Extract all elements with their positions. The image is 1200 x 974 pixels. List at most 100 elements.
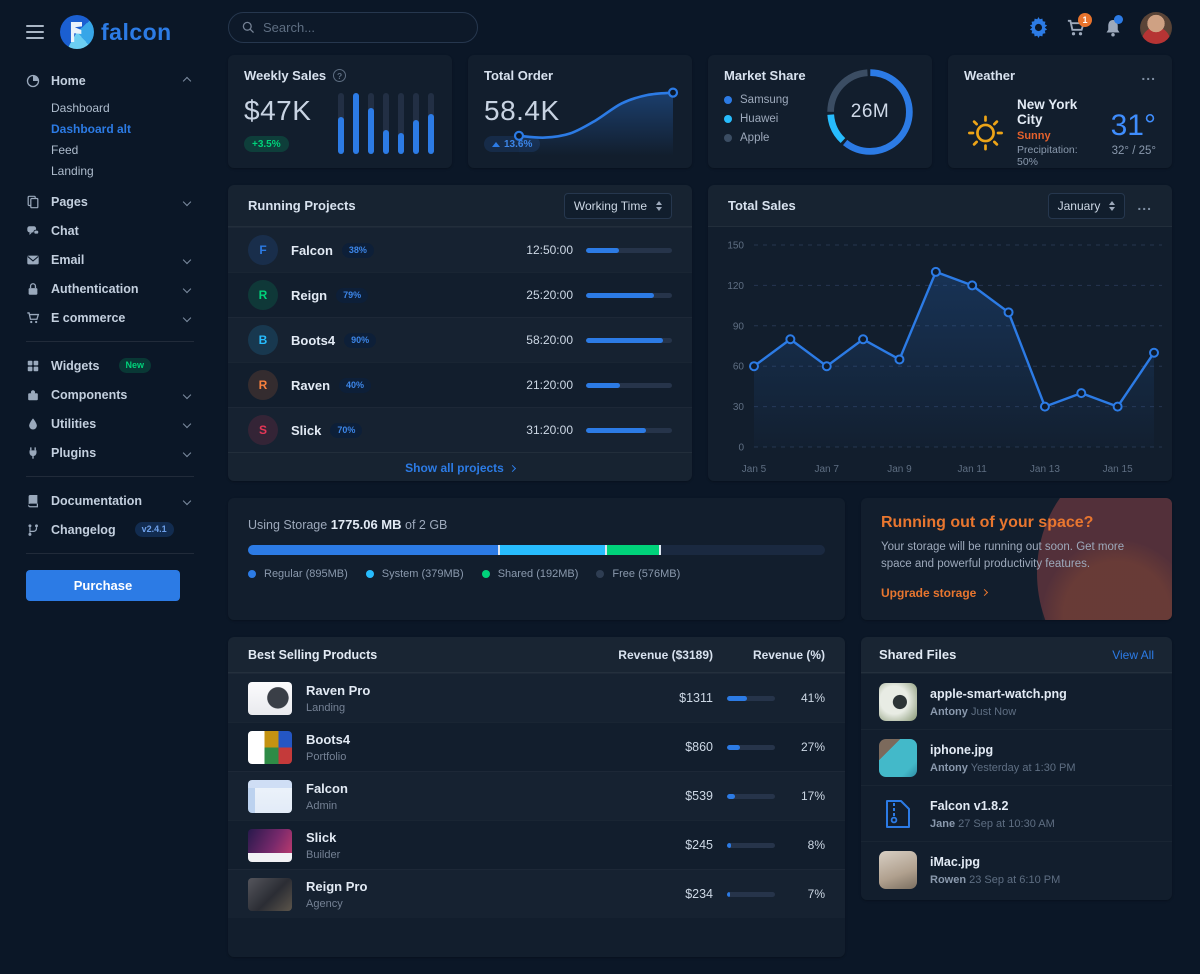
project-percent-badge: 90%	[344, 333, 376, 348]
sidebar-item-authentication[interactable]: Authentication	[26, 274, 194, 303]
sidebar-item-label: E commerce	[51, 311, 125, 325]
list-item[interactable]: iphone.jpg Antony Yesterday at 1:30 PM	[861, 729, 1172, 785]
sidebar-item-feed[interactable]: Feed	[51, 139, 194, 160]
search-box[interactable]	[228, 12, 478, 43]
weather-range: 32° / 25°	[1111, 145, 1156, 157]
list-item[interactable]: iMac.jpg Rowen 23 Sep at 6:10 PM	[861, 841, 1172, 897]
table-row[interactable]: FalconAdmin $539 17%	[228, 771, 845, 820]
sidebar-item-changelog[interactable]: Changelog v2.4.1	[26, 515, 194, 544]
table-row[interactable]: Raven ProLanding $1311 41%	[228, 673, 845, 722]
sidebar-item-email[interactable]: Email	[26, 245, 194, 274]
sidebar-item-chat[interactable]: Chat	[26, 216, 194, 245]
sidebar-item-plugins[interactable]: Plugins	[26, 438, 194, 467]
working-time-select[interactable]: Working Time	[564, 193, 672, 219]
view-all-link[interactable]: View All	[1112, 648, 1154, 662]
user-avatar[interactable]	[1140, 12, 1172, 44]
notifications-bell-icon[interactable]	[1103, 18, 1123, 38]
sidebar-item-label: Home	[51, 74, 86, 88]
product-percent: 41%	[801, 691, 825, 705]
cart-icon[interactable]: 1	[1066, 18, 1086, 38]
file-name: apple-smart-watch.png	[930, 687, 1067, 701]
best-selling-card: Best Selling Products Revenue ($3189) Re…	[228, 637, 845, 957]
table-row[interactable]: SlickBuilder $245 8%	[228, 820, 845, 869]
product-category[interactable]: Admin	[306, 800, 563, 812]
shared-files-card: Shared Files View All apple-smart-watch.…	[861, 637, 1172, 900]
storage-segment	[661, 545, 823, 555]
svg-text:Jan 13: Jan 13	[1030, 464, 1060, 475]
sidebar-item-ecommerce[interactable]: E commerce	[26, 303, 194, 332]
sidebar-item-components[interactable]: Components	[26, 380, 194, 409]
project-progress-bar	[586, 293, 672, 298]
puzzle-icon	[26, 388, 40, 402]
sidebar-item-label: Authentication	[51, 282, 139, 296]
legend-item: Shared (192MB)	[482, 568, 579, 580]
product-name: Falcon	[306, 781, 348, 796]
sidebar-item-dashboard[interactable]: Dashboard	[51, 97, 194, 118]
home-sub-list: Dashboard Dashboard alt Feed Landing	[26, 95, 194, 187]
project-rows: F Falcon 38% 12:50:00 R Reign 79% 25:20:…	[228, 227, 692, 452]
weather-precipitation: Precipitation: 50%	[1017, 144, 1101, 168]
product-thumbnail	[248, 878, 292, 911]
sidebar-item-pages[interactable]: Pages	[26, 187, 194, 216]
project-row[interactable]: F Falcon 38% 12:50:00	[228, 227, 692, 272]
legend-dot	[724, 134, 732, 142]
list-item[interactable]: apple-smart-watch.png Antony Just Now	[861, 673, 1172, 729]
brand-name: falcon	[101, 19, 172, 46]
product-thumbnail	[248, 731, 292, 764]
hamburger-menu-icon[interactable]	[26, 25, 44, 40]
svg-text:90: 90	[733, 321, 745, 332]
total-sales-chart: 0306090120150Jan 5Jan 7Jan 9Jan 11Jan 13…	[708, 227, 1172, 481]
show-all-projects-link[interactable]: Show all projects	[228, 452, 692, 481]
project-percent-badge: 70%	[330, 423, 362, 438]
storage-legend: Regular (895MB) System (379MB) Shared (1…	[248, 568, 825, 580]
middle-row: Running Projects Working Time F Falcon 3…	[228, 185, 1172, 481]
product-category[interactable]: Landing	[306, 702, 563, 714]
project-row[interactable]: R Reign 79% 25:20:00	[228, 272, 692, 317]
sidebar-item-documentation[interactable]: Documentation	[26, 486, 194, 515]
sidebar-item-utilities[interactable]: Utilities	[26, 409, 194, 438]
more-menu-icon[interactable]: ...	[1137, 203, 1152, 209]
storage-title: Using Storage 1775.06 MB of 2 GB	[248, 517, 825, 532]
falcon-logo[interactable]: falcon	[60, 15, 172, 49]
weather-card: Weather ... New York City Sunny Precipit…	[948, 55, 1172, 168]
purchase-button[interactable]: Purchase	[26, 570, 180, 601]
project-row[interactable]: S Slick 70% 31:20:00	[228, 407, 692, 452]
more-menu-icon[interactable]: ...	[1141, 73, 1156, 79]
revenue-progress-bar	[727, 745, 775, 750]
sidebar-item-label: Email	[51, 253, 84, 267]
sidebar-item-dashboard-alt[interactable]: Dashboard alt	[51, 118, 194, 139]
product-category[interactable]: Portfolio	[306, 751, 563, 763]
product-revenue: $245	[563, 838, 713, 852]
weather-condition: Sunny	[1017, 130, 1101, 142]
project-row[interactable]: B Boots4 90% 58:20:00	[228, 317, 692, 362]
project-row[interactable]: R Raven 40% 21:20:00	[228, 362, 692, 407]
list-item[interactable]: Falcon v1.8.2 Jane 27 Sep at 10:30 AM	[861, 785, 1172, 841]
chevron-right-icon	[981, 589, 988, 596]
help-icon[interactable]: ?	[333, 69, 346, 82]
sidebar-item-home[interactable]: Home	[26, 66, 194, 95]
file-author: Antony	[930, 762, 968, 774]
new-badge: New	[119, 358, 152, 373]
product-category[interactable]: Builder	[306, 849, 563, 861]
zip-file-icon	[885, 799, 911, 829]
month-select[interactable]: January	[1048, 193, 1126, 219]
revenue-progress-bar	[727, 892, 775, 897]
sidebar-item-label: Changelog	[51, 523, 116, 537]
settings-gear-icon[interactable]	[1028, 17, 1049, 38]
weather-body: New York City Sunny Precipitation: 50% 3…	[964, 97, 1156, 168]
legend-item: Free (576MB)	[596, 568, 680, 580]
search-input[interactable]	[263, 20, 464, 35]
table-row[interactable]: Reign ProAgency $234 7%	[228, 869, 845, 918]
column-header-revenue: Revenue ($3189)	[563, 648, 713, 662]
upgrade-storage-link[interactable]: Upgrade storage	[881, 586, 987, 600]
table-row[interactable]: Boots4Portfolio $860 27%	[228, 722, 845, 771]
total-sales-header: Total Sales January ...	[708, 185, 1172, 227]
topbar: 1	[228, 0, 1172, 55]
sidebar-item-landing[interactable]: Landing	[51, 160, 194, 181]
project-avatar: R	[248, 280, 278, 310]
sidebar-item-widgets[interactable]: Widgets New	[26, 351, 194, 380]
legend-item: System (379MB)	[366, 568, 464, 580]
panel-title: Shared Files	[879, 647, 956, 662]
weather-temp: 31°	[1111, 109, 1156, 143]
sidebar-item-label: Utilities	[51, 417, 96, 431]
